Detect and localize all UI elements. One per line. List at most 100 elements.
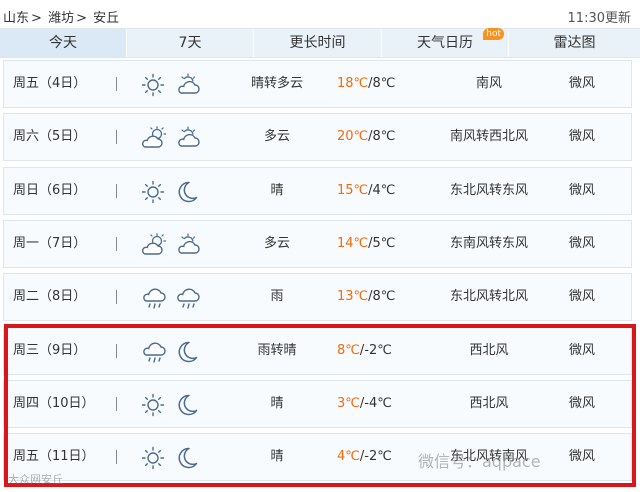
divider <box>116 130 117 144</box>
cloud-icon <box>175 126 201 150</box>
wind-force: 微风 <box>568 183 595 198</box>
forecast-row: 周五（4日） 晴转多云 18℃/8℃ 南风 微风 <box>3 60 632 108</box>
condition-text: 多云 <box>263 236 290 251</box>
rain-icon <box>141 340 167 364</box>
temp-high: 13℃ <box>337 289 369 304</box>
day-label: 周五（4日） <box>13 76 87 91</box>
forecast-row: 周三（9日） 雨转晴 8℃/-2℃ 西北风 微风 <box>3 327 632 375</box>
breadcrumb-county: 安丘 <box>93 11 120 26</box>
breadcrumb: 山东 > 潍坊 > 安丘 <box>3 7 121 26</box>
divider <box>116 184 117 198</box>
temp-low: /-4℃ <box>359 396 392 411</box>
temp-low: /4℃ <box>368 183 396 198</box>
breadcrumb-city[interactable]: 潍坊 <box>48 11 74 26</box>
wind-force: 微风 <box>568 129 595 144</box>
sun-icon <box>141 180 165 204</box>
forecast-row: 周六（5日） 多云 20℃/8℃ 南风转西北风 微风 <box>3 113 632 161</box>
condition-text: 雨转晴 <box>257 343 297 358</box>
divider <box>116 397 117 411</box>
tab-label: 7天 <box>178 35 202 51</box>
tab-longer[interactable]: 更长时间 <box>254 29 382 57</box>
sun-icon <box>141 393 165 417</box>
forecast-row: 周四（10日） 晴 3℃/-4℃ 西北风 微风 <box>3 380 632 428</box>
divider <box>116 290 117 304</box>
condition-text: 晴 <box>270 183 284 198</box>
tab-today[interactable]: 今天 <box>0 29 127 57</box>
temp-high: 8℃ <box>337 343 360 358</box>
sun-icon <box>141 446 165 470</box>
temp-low: /8℃ <box>368 129 396 144</box>
divider <box>116 237 117 251</box>
temperature: 4℃/-2℃ <box>337 434 417 480</box>
condition-text: 多云 <box>263 129 290 144</box>
wind-direction: 西北风 <box>469 343 509 358</box>
temp-low: /8℃ <box>368 289 396 304</box>
temp-high: 14℃ <box>337 236 369 251</box>
wind-force: 微风 <box>568 289 595 304</box>
wind-direction: 南风转西北风 <box>449 129 528 144</box>
wind-direction: 东北风转北风 <box>449 289 528 304</box>
update-time: 11:30更新 <box>567 11 631 26</box>
tab-7day[interactable]: 7天 <box>127 29 254 57</box>
temp-low: /5℃ <box>368 236 396 251</box>
partly-cloudy-icon <box>141 233 167 257</box>
wind-direction: 东北风转东风 <box>449 183 528 198</box>
day-label: 周二（8日） <box>13 289 87 304</box>
temp-low: /-2℃ <box>359 343 392 358</box>
temp-high: 18℃ <box>337 76 369 91</box>
tab-label: 天气日历 <box>417 35 473 51</box>
tab-label: 更长时间 <box>289 35 346 51</box>
condition-text: 晴 <box>270 396 284 411</box>
cloud-icon <box>175 73 201 97</box>
moon-icon <box>175 446 199 470</box>
day-label: 周一（7日） <box>13 236 87 251</box>
wind-force: 微风 <box>568 396 595 411</box>
breadcrumb-separator: > <box>76 11 87 26</box>
top-bar: 山东 > 潍坊 > 安丘 11:30更新 <box>0 0 640 26</box>
day-label: 周三（9日） <box>13 343 87 358</box>
day-label: 周日（6日） <box>13 183 87 198</box>
tab-radar[interactable]: 雷达图 <box>509 29 640 57</box>
temperature: 20℃/8℃ <box>337 114 417 160</box>
forecast-row: 周二（8日） 雨 13℃/8℃ 东北风转北风 微风 <box>3 273 632 321</box>
forecast-row: 周一（7日） 多云 14℃/5℃ 东南风转东风 微风 <box>3 220 632 268</box>
moon-icon <box>175 180 199 204</box>
tab-bar: 今天 7天 更长时间 天气日历 hot 雷达图 <box>0 28 640 58</box>
wind-force: 微风 <box>568 343 595 358</box>
temperature: 13℃/8℃ <box>337 274 417 320</box>
temp-high: 3℃ <box>337 396 360 411</box>
tab-label: 雷达图 <box>553 35 596 51</box>
temp-low: /-2℃ <box>359 449 392 464</box>
temp-low: /8℃ <box>368 76 396 91</box>
temp-high: 20℃ <box>337 129 369 144</box>
wind-direction: 东南风转东风 <box>449 236 528 251</box>
watermark-wechat: 微信号：aqpace <box>418 452 541 471</box>
wind-direction: 南风 <box>475 76 502 91</box>
day-label: 周四（10日） <box>13 396 95 411</box>
tab-label: 今天 <box>49 35 77 51</box>
moon-icon <box>175 340 199 364</box>
tab-calendar[interactable]: 天气日历 hot <box>382 28 509 57</box>
divider <box>116 344 117 358</box>
divider <box>116 77 117 91</box>
condition-text: 晴 <box>270 449 284 464</box>
condition-text: 晴转多云 <box>250 76 303 91</box>
temp-high: 4℃ <box>337 449 360 464</box>
temperature: 18℃/8℃ <box>337 61 417 107</box>
divider <box>116 450 117 464</box>
temp-high: 15℃ <box>337 183 369 198</box>
wind-force: 微风 <box>568 449 595 464</box>
forecast-row: 周日（6日） 晴 15℃/4℃ 东北风转东风 微风 <box>3 167 632 215</box>
breadcrumb-province[interactable]: 山东 <box>3 11 29 26</box>
temperature: 14℃/5℃ <box>337 221 417 267</box>
moon-icon <box>175 393 199 417</box>
rain-icon <box>141 286 167 310</box>
temperature: 8℃/-2℃ <box>337 328 417 374</box>
rain-icon <box>175 286 201 310</box>
wind-force: 微风 <box>568 236 595 251</box>
temperature: 15℃/4℃ <box>337 168 417 214</box>
cloud-icon <box>175 233 201 257</box>
breadcrumb-separator: > <box>31 11 42 26</box>
condition-text: 雨 <box>270 289 284 304</box>
hot-badge: hot <box>483 28 504 40</box>
